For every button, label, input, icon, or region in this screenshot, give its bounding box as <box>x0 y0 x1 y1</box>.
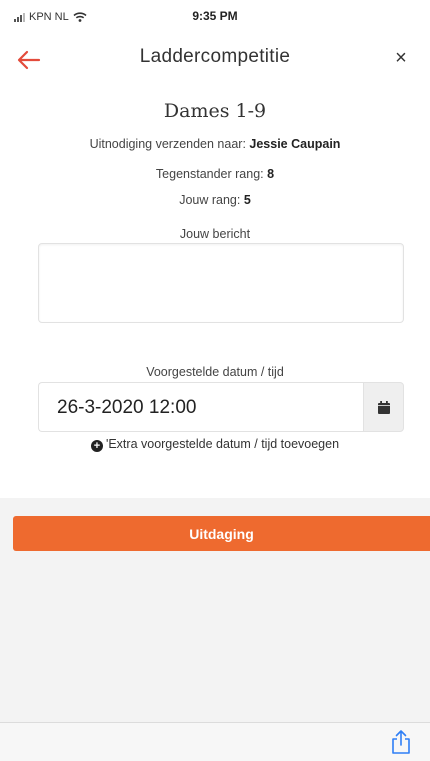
date-picker-group: 26-3-2020 12:00 <box>38 382 404 432</box>
calendar-button[interactable] <box>363 382 404 432</box>
add-extra-date-label: 'Extra voorgestelde datum / tijd toevoeg… <box>105 437 340 451</box>
page-title: Laddercompetitie <box>139 46 291 67</box>
message-textarea[interactable] <box>38 243 404 323</box>
plus-circle-icon: + <box>90 440 103 452</box>
add-extra-date-link[interactable]: + 'Extra voorgestelde datum / tijd toevoe… <box>0 437 430 452</box>
group-title: Dames 1-9 <box>163 100 267 122</box>
invite-prefix: Uitnodiging verzenden naar: <box>89 137 246 151</box>
challenge-submit-button[interactable]: Uitdaging <box>13 516 430 551</box>
opponent-rank-value: 8 <box>267 167 275 181</box>
own-rank-line: Jouw rang: 5 <box>0 193 430 207</box>
browser-toolbar <box>0 722 430 761</box>
opponent-rank-line: Tegenstander rang: 8 <box>0 167 430 181</box>
message-label: Jouw bericht <box>179 227 251 241</box>
close-icon[interactable]: × <box>390 47 412 69</box>
opponent-rank-label: Tegenstander rang: <box>155 167 264 181</box>
own-rank-label: Jouw rang: <box>179 193 241 207</box>
invite-line: Uitnodiging verzenden naar: Jessie Caupa… <box>0 137 430 151</box>
share-icon[interactable] <box>390 729 412 755</box>
status-bar: KPN NL 9:35 PM <box>0 0 430 30</box>
date-label: Voorgestelde datum / tijd <box>146 365 284 379</box>
status-time: 9:35 PM <box>192 9 238 23</box>
calendar-icon <box>377 400 390 414</box>
date-time-input[interactable]: 26-3-2020 12:00 <box>38 382 363 432</box>
navigation-bar: Laddercompetitie × <box>0 38 430 82</box>
opponent-name: Jessie Caupain <box>249 137 341 151</box>
own-rank-value: 5 <box>243 193 251 207</box>
